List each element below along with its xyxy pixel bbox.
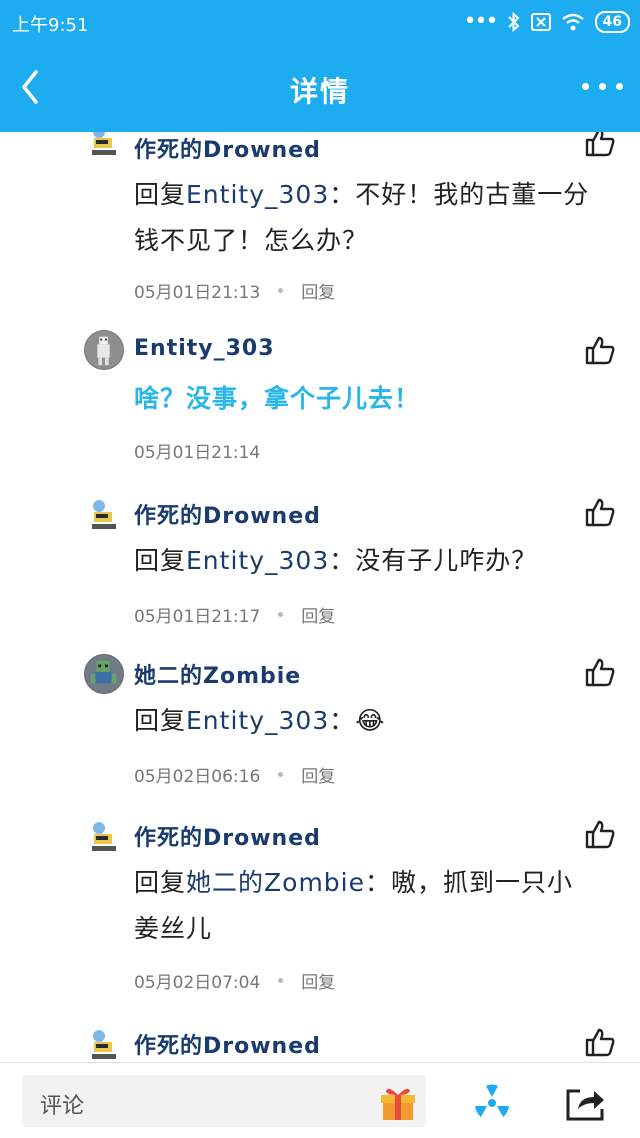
avatar[interactable] xyxy=(84,330,124,370)
like-icon[interactable] xyxy=(584,1026,616,1058)
status-bar: 上午9:51 ••• 46 xyxy=(0,0,640,44)
comment-meta: 05月01日21:17 回复 xyxy=(134,602,335,627)
signal-dots-icon: ••• xyxy=(463,9,499,34)
radiation-icon[interactable] xyxy=(472,1083,512,1123)
reply-button[interactable]: 回复 xyxy=(301,278,335,303)
laughing-emoji-icon: 😂 xyxy=(355,706,386,735)
comment-time: 05月02日06:16 xyxy=(134,767,261,787)
reply-target[interactable]: Entity_303 xyxy=(186,546,329,575)
comment-input[interactable]: 评论 xyxy=(22,1075,426,1127)
like-icon[interactable] xyxy=(584,496,616,528)
comment-list[interactable]: 作死的Drowned 回复Entity_303：不好！我的古董一分 钱不见了！怎… xyxy=(0,132,640,1062)
avatar[interactable] xyxy=(84,496,124,536)
page-title: 详情 xyxy=(289,75,350,108)
avatar[interactable] xyxy=(84,654,124,694)
reply-button[interactable]: 回复 xyxy=(301,602,335,627)
battery-icon: 46 xyxy=(594,10,630,33)
like-icon[interactable] xyxy=(584,334,616,366)
reply-button[interactable]: 回复 xyxy=(301,762,335,787)
username[interactable]: 作死的Drowned xyxy=(134,498,321,530)
like-icon[interactable] xyxy=(584,818,616,850)
status-time: 上午9:51 xyxy=(12,15,89,36)
avatar[interactable] xyxy=(84,132,124,162)
username[interactable]: Entity_303 xyxy=(134,336,275,361)
reply-button[interactable]: 回复 xyxy=(301,968,335,993)
avatar[interactable] xyxy=(84,1026,124,1062)
share-icon[interactable] xyxy=(564,1083,608,1123)
comment-time: 05月01日21:14 xyxy=(134,443,261,463)
reply-target[interactable]: Entity_303 xyxy=(186,706,329,735)
comment-time: 05月01日21:17 xyxy=(134,607,261,627)
comment-time: 05月01日21:13 xyxy=(134,283,261,303)
wifi-icon xyxy=(561,13,584,30)
username[interactable]: 作死的Drowned xyxy=(134,132,321,164)
bluetooth-icon xyxy=(507,11,519,32)
username[interactable]: 她二的Zombie xyxy=(134,658,301,690)
comment-text: 回复Entity_303：没有子儿咋办？ xyxy=(134,546,538,575)
app-header: 详情 xyxy=(0,44,640,132)
comment-text: 啥？没事，拿个子儿去！ xyxy=(134,384,421,413)
comment-text: 回复Entity_303：😂 xyxy=(134,706,386,735)
avatar[interactable] xyxy=(84,818,124,858)
gift-icon[interactable] xyxy=(378,1083,418,1121)
bottom-bar: 评论 xyxy=(0,1062,640,1138)
reply-target[interactable]: 她二的Zombie xyxy=(186,868,365,897)
more-icon[interactable] xyxy=(580,74,626,98)
status-icons: ••• 46 xyxy=(464,9,630,34)
like-icon[interactable] xyxy=(584,132,616,158)
comment-meta: 05月01日21:14 xyxy=(134,438,260,463)
username[interactable]: 作死的Drowned xyxy=(134,1028,321,1060)
sim-off-icon xyxy=(530,12,551,31)
comment-meta: 05月02日06:16 回复 xyxy=(134,762,335,787)
comment-text: 回复她二的Zombie：嗷，抓到一只小 姜丝儿 xyxy=(134,868,574,943)
reply-target[interactable]: Entity_303 xyxy=(186,180,329,209)
comment-meta: 05月02日07:04 回复 xyxy=(134,968,335,993)
comment-input-placeholder: 评论 xyxy=(40,1094,85,1119)
username[interactable]: 作死的Drowned xyxy=(134,820,321,852)
comment-time: 05月02日07:04 xyxy=(134,973,261,993)
like-icon[interactable] xyxy=(584,656,616,688)
comment-text: 回复Entity_303：不好！我的古董一分 钱不见了！怎么办？ xyxy=(134,180,590,255)
comment-meta: 05月01日21:13 回复 xyxy=(134,278,335,303)
